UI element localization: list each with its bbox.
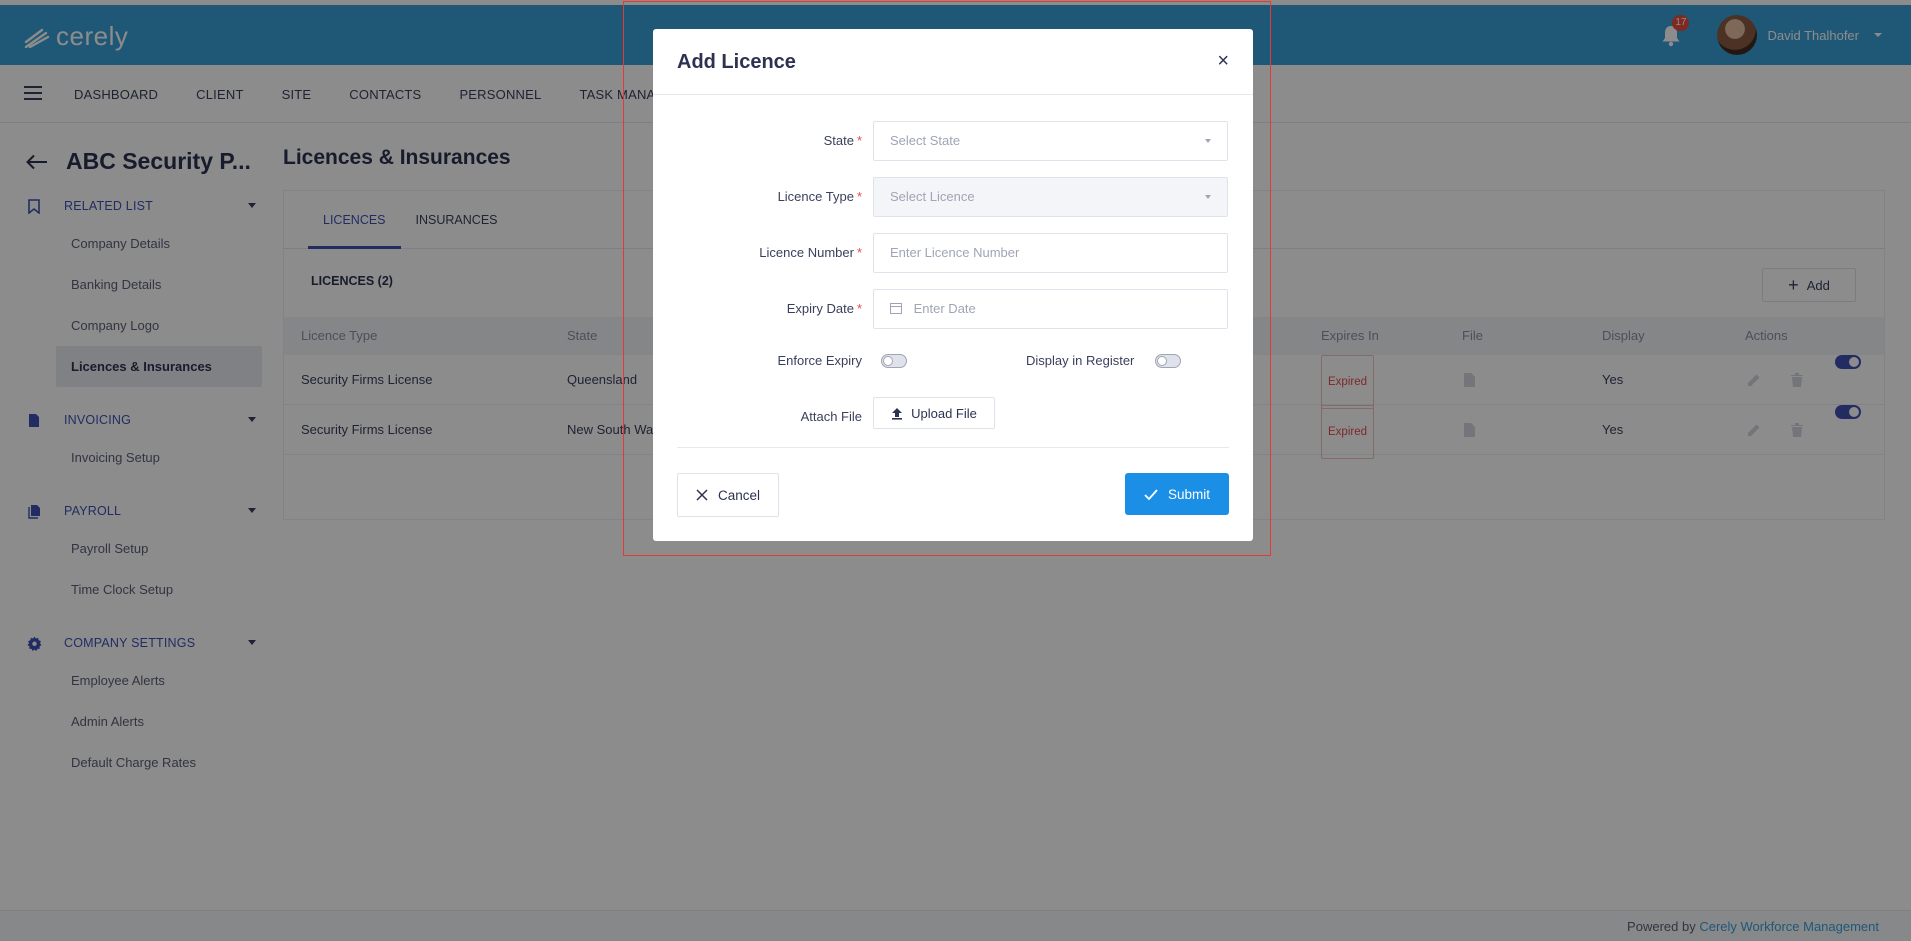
selection-highlight	[623, 1, 1271, 556]
